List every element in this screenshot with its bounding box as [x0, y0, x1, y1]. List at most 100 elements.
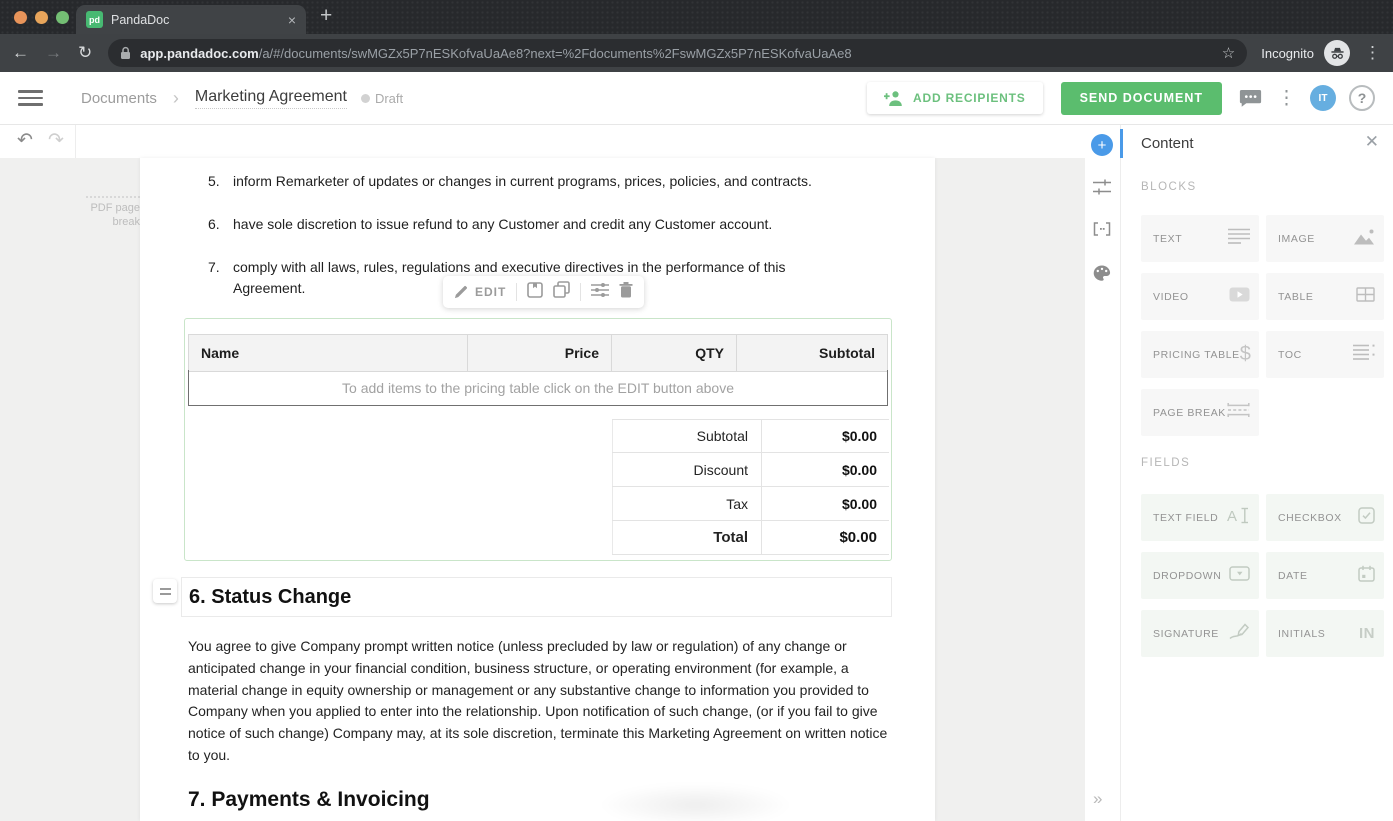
field-card-checkbox[interactable]: CHECKBOX — [1266, 494, 1384, 541]
send-document-button[interactable]: SEND DOCUMENT — [1061, 82, 1222, 115]
list-item[interactable]: 5. inform Remarketer of updates or chang… — [208, 171, 818, 192]
column-header-qty: QTY — [612, 335, 737, 371]
pricing-table-block[interactable]: Name Price QTY Subtotal To add items to … — [184, 318, 892, 561]
field-card-signature[interactable]: SIGNATURE — [1141, 610, 1259, 657]
document-page: 5. inform Remarketer of updates or chang… — [140, 158, 935, 821]
delete-block-icon[interactable] — [619, 282, 633, 303]
add-recipients-button[interactable]: ADD RECIPIENTS — [867, 82, 1043, 114]
undo-icon[interactable]: ↶ — [17, 129, 33, 152]
totals-row-discount: Discount $0.00 — [612, 453, 889, 487]
sidebar-icon-rail: + » — [1085, 125, 1120, 821]
status-label: Draft — [375, 91, 403, 106]
image-icon — [1353, 228, 1375, 250]
address-bar[interactable]: app.pandadoc.com/a/#/documents/swMGZx5P7… — [108, 39, 1247, 67]
url-text: app.pandadoc.com/a/#/documents/swMGZx5P7… — [140, 46, 1214, 61]
reload-icon[interactable]: ↻ — [78, 43, 92, 63]
edit-button[interactable]: EDIT — [454, 285, 506, 299]
hamburger-menu-icon[interactable] — [18, 90, 43, 106]
totals-row-subtotal: Subtotal $0.00 — [612, 419, 889, 453]
breadcrumb-documents[interactable]: Documents — [81, 90, 157, 107]
totals-row-total: Total $0.00 — [612, 521, 889, 555]
close-panel-icon[interactable]: ✕ — [1365, 132, 1379, 152]
checkbox-icon — [1358, 507, 1375, 529]
calendar-icon — [1358, 565, 1375, 587]
pandadoc-favicon: pd — [86, 11, 103, 28]
add-content-icon[interactable]: + — [1091, 134, 1113, 156]
totals-value: $0.00 — [762, 420, 889, 452]
field-card-initials[interactable]: INITIALS IN — [1266, 610, 1384, 657]
block-toolbar: EDIT — [443, 276, 644, 308]
add-recipients-label: ADD RECIPIENTS — [913, 91, 1026, 105]
block-card-pricing-table[interactable]: PRICING TABLE $ — [1141, 331, 1259, 378]
pdf-page-break-label: PDF page break — [86, 196, 140, 229]
section-body-text[interactable]: You agree to give Company prompt written… — [188, 636, 890, 767]
duplicate-icon[interactable] — [553, 281, 570, 303]
block-card-toc[interactable]: TOC — [1266, 331, 1384, 378]
document-title[interactable]: Marketing Agreement — [195, 88, 347, 109]
dropdown-icon — [1229, 566, 1250, 586]
block-card-text[interactable]: TEXT — [1141, 215, 1259, 262]
browser-menu-icon[interactable]: ⋮ — [1364, 43, 1381, 63]
list-item-text: inform Remarketer of updates or changes … — [233, 171, 818, 192]
save-block-icon[interactable] — [527, 282, 543, 303]
theme-palette-icon[interactable] — [1093, 265, 1111, 281]
window-zoom-button[interactable] — [56, 11, 69, 24]
table-grid-icon — [1356, 287, 1375, 307]
section-heading: 6. Status Change — [189, 586, 351, 609]
block-card-image[interactable]: IMAGE — [1266, 215, 1384, 262]
document-settings-icon[interactable] — [1093, 179, 1111, 195]
variables-icon[interactable] — [1093, 222, 1111, 236]
user-avatar[interactable]: IT — [1310, 85, 1336, 111]
svg-text:A: A — [1227, 508, 1237, 524]
column-header-name: Name — [189, 335, 468, 371]
collapse-panel-icon[interactable]: » — [1093, 789, 1102, 809]
drag-handle[interactable] — [153, 579, 177, 603]
field-card-date[interactable]: DATE — [1266, 552, 1384, 599]
section-heading[interactable]: 7. Payments & Invoicing — [188, 788, 430, 812]
send-document-label: SEND DOCUMENT — [1080, 91, 1203, 105]
window-minimize-button[interactable] — [35, 11, 48, 24]
block-card-table[interactable]: TABLE — [1266, 273, 1384, 320]
window-controls[interactable] — [14, 11, 69, 24]
block-settings-icon[interactable] — [591, 282, 609, 303]
url-path: /a/#/documents/swMGZx5P7nESKofvaUaAe8?ne… — [259, 46, 852, 61]
pricing-table-header: Name Price QTY Subtotal — [188, 334, 888, 372]
section-heading-block[interactable]: 6. Status Change — [181, 577, 892, 617]
toc-lines-icon — [1353, 344, 1375, 365]
video-play-icon — [1229, 287, 1250, 307]
totals-label: Tax — [612, 487, 762, 520]
redo-icon[interactable]: ↷ — [48, 129, 64, 152]
bookmark-star-icon[interactable]: ☆ — [1222, 44, 1235, 62]
field-card-text-field[interactable]: TEXT FIELD A — [1141, 494, 1259, 541]
text-lines-icon — [1228, 228, 1250, 249]
back-icon[interactable]: ← — [12, 43, 29, 63]
forward-icon[interactable]: → — [45, 43, 62, 63]
tab-title: PandaDoc — [111, 13, 288, 27]
tab-close-icon[interactable]: × — [288, 13, 296, 27]
totals-value: $0.00 — [762, 521, 889, 554]
blocks-section-label: BLOCKS — [1141, 181, 1197, 193]
help-icon[interactable]: ? — [1349, 85, 1375, 111]
column-header-price: Price — [468, 335, 612, 371]
comments-icon[interactable] — [1239, 89, 1262, 108]
window-close-button[interactable] — [14, 11, 27, 24]
list-item-text: have sole discretion to issue refund to … — [233, 214, 818, 235]
totals-value: $0.00 — [762, 487, 889, 520]
block-card-page-break[interactable]: PAGE BREAK — [1141, 389, 1259, 436]
list-item[interactable]: 6. have sole discretion to issue refund … — [208, 214, 818, 235]
status-dot — [361, 94, 370, 103]
field-card-dropdown[interactable]: DROPDOWN — [1141, 552, 1259, 599]
more-actions-icon[interactable]: ⋮ — [1277, 87, 1296, 110]
pencil-icon — [454, 285, 468, 299]
totals-label: Total — [612, 521, 762, 554]
new-tab-button[interactable]: + — [320, 4, 332, 28]
block-card-video[interactable]: VIDEO — [1141, 273, 1259, 320]
edit-label: EDIT — [475, 285, 506, 299]
editor-canvas: PDF page break 5. inform Remarketer of u… — [0, 158, 1085, 821]
toolbar-divider — [75, 125, 76, 158]
browser-toolbar: ← → ↻ app.pandadoc.com/a/#/documents/swM… — [0, 34, 1393, 72]
lock-icon — [120, 46, 131, 60]
panel-accent-bar — [1120, 129, 1123, 158]
browser-tab[interactable]: pd PandaDoc × — [76, 5, 306, 34]
panel-title: Content — [1141, 135, 1194, 152]
